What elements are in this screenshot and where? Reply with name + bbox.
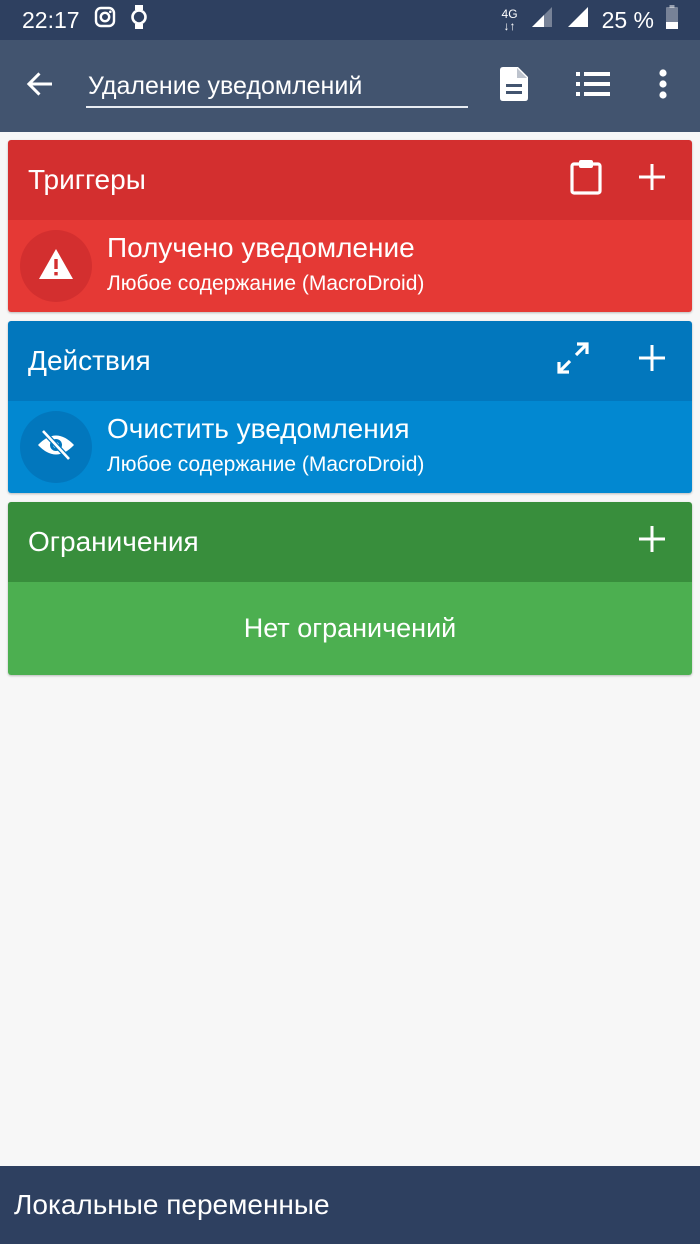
plus-icon — [639, 525, 665, 559]
signal-icon-2 — [566, 5, 590, 35]
back-arrow-icon — [24, 68, 56, 105]
status-time: 22:17 — [22, 6, 80, 33]
status-bar: 22:17 4G ↓↑ 25 % — [0, 0, 700, 40]
clipboard-icon — [570, 159, 602, 202]
battery-icon — [666, 5, 678, 35]
more-options-button[interactable] — [633, 56, 693, 116]
trigger-title: Получено уведомление — [107, 232, 415, 263]
plus-icon — [639, 344, 665, 378]
actions-card: Действия Очистить уведомления Любое соде… — [8, 321, 692, 493]
plus-icon — [639, 163, 665, 197]
actions-header: Действия — [8, 321, 692, 401]
macro-name-input[interactable]: Удаление уведомлений — [86, 58, 468, 108]
eye-off-icon — [37, 428, 75, 465]
app-bar: Удаление уведомлений — [0, 40, 700, 132]
network-type: 4G ↓↑ — [501, 7, 518, 33]
document-icon — [500, 66, 528, 106]
add-trigger-button[interactable] — [622, 150, 682, 210]
local-variables-bar[interactable]: Локальные переменные — [0, 1166, 700, 1244]
trigger-item[interactable]: Получено уведомление Любое содержание (M… — [8, 220, 692, 312]
local-variables-label: Локальные переменные — [14, 1189, 330, 1220]
list-icon — [576, 71, 610, 102]
triggers-header: Триггеры — [8, 140, 692, 220]
list-button[interactable] — [563, 56, 623, 116]
more-vert-icon — [659, 68, 667, 104]
signal-icon — [530, 5, 554, 35]
add-action-button[interactable] — [622, 331, 682, 391]
watch-icon — [130, 4, 148, 36]
actions-title: Действия — [28, 345, 151, 376]
trigger-icon-circle — [20, 230, 92, 302]
instagram-icon — [94, 6, 116, 34]
no-constraints-text: Нет ограничений — [8, 582, 692, 675]
add-constraint-button[interactable] — [622, 512, 682, 572]
triggers-card: Триггеры Получено уведомление Любое соде… — [8, 140, 692, 312]
constraints-card: Ограничения Нет ограничений — [8, 502, 692, 675]
document-button[interactable] — [484, 56, 544, 116]
warning-icon — [38, 248, 74, 285]
battery-percent: 25 % — [601, 6, 654, 33]
action-title: Очистить уведомления — [107, 413, 410, 444]
action-icon-circle — [20, 411, 92, 483]
back-button[interactable] — [0, 40, 80, 132]
trigger-subtitle: Любое содержание (MacroDroid) — [107, 272, 425, 295]
constraints-title: Ограничения — [28, 526, 199, 557]
action-item[interactable]: Очистить уведомления Любое содержание (M… — [8, 401, 692, 493]
triggers-title: Триггеры — [28, 164, 146, 195]
paste-trigger-button[interactable] — [556, 150, 616, 210]
expand-icon — [557, 341, 589, 381]
expand-actions-button[interactable] — [543, 331, 603, 391]
action-subtitle: Любое содержание (MacroDroid) — [107, 453, 425, 476]
constraints-header: Ограничения — [8, 502, 692, 582]
